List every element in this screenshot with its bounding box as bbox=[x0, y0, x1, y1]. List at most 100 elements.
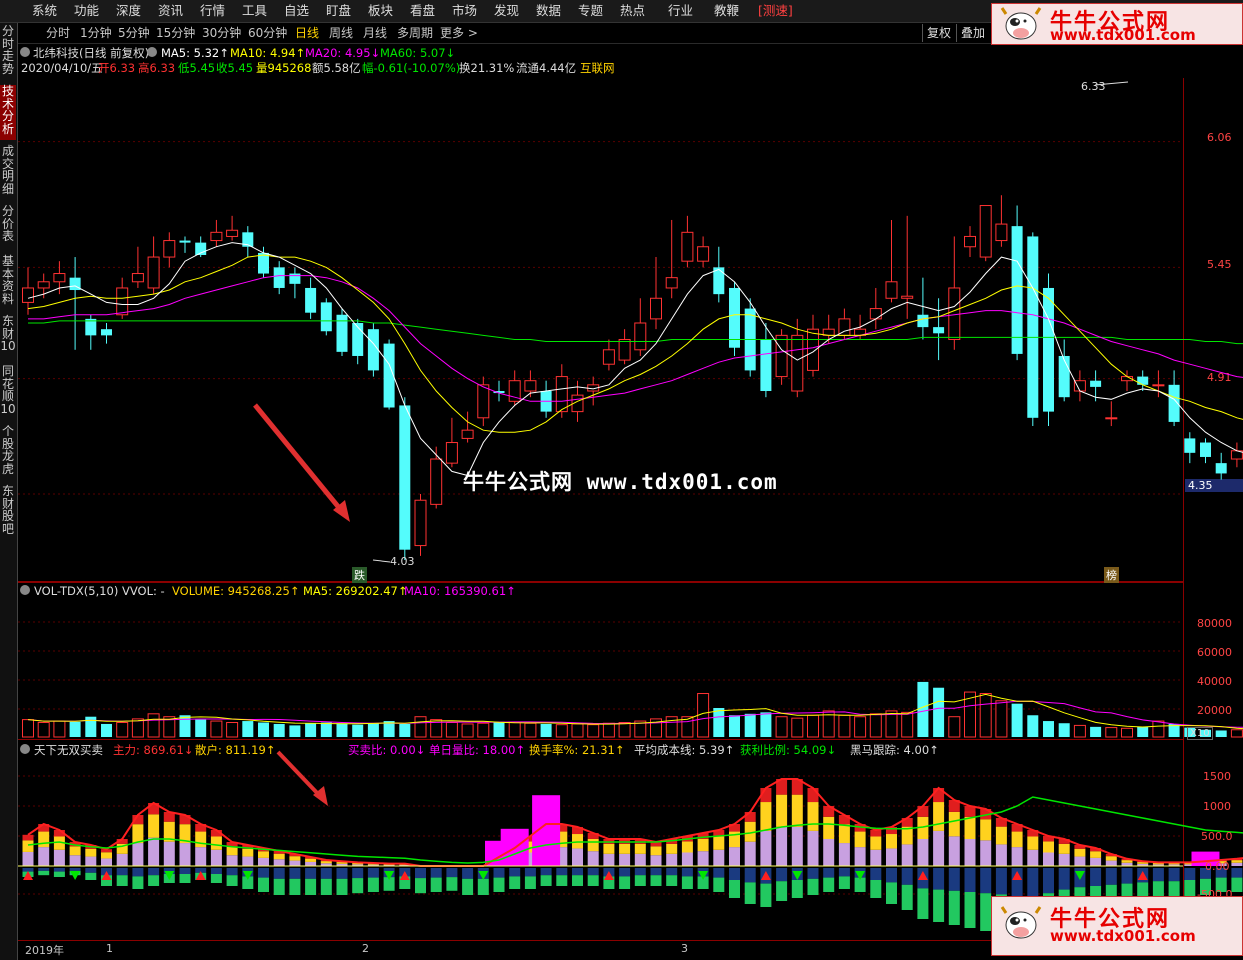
date-label: 2019年 bbox=[25, 944, 64, 957]
price-axis-label: 4.91 bbox=[1207, 371, 1232, 384]
menu-item-data[interactable]: 数据 bbox=[536, 0, 561, 22]
quote-float: 流通4.44亿 bbox=[516, 61, 577, 75]
quote-turnover: 换21.31% bbox=[459, 61, 515, 75]
vol-axis-label: 60000 bbox=[1197, 646, 1232, 659]
ma60-value: MA60: 5.07↓ bbox=[380, 46, 456, 60]
period-5min[interactable]: 5分钟 bbox=[118, 24, 150, 43]
menu-item-topics[interactable]: 专题 bbox=[578, 0, 603, 22]
tab-eastmoney-forum[interactable]: 东财股吧 bbox=[0, 485, 16, 540]
ad-url: www.tdx001.com bbox=[1050, 26, 1196, 44]
ind-neg-bar-top bbox=[1184, 868, 1196, 880]
period-monthly[interactable]: 月线 bbox=[363, 24, 387, 43]
menu-item-market[interactable]: 市场 bbox=[452, 0, 477, 22]
overlay-button[interactable]: 叠加 bbox=[956, 24, 989, 42]
period-1min[interactable]: 1分钟 bbox=[80, 24, 112, 43]
left-tab-bar: 分时走势 技术分析 成交明细 分价表 基本资料 东财10 同花顺10 个股龙虎 … bbox=[0, 23, 18, 960]
down-tag: 跌 bbox=[352, 567, 367, 583]
tab-technical[interactable]: 技术分析 bbox=[0, 85, 16, 140]
ma5-value: MA5: 5.32↑ bbox=[161, 46, 229, 60]
vol-axis-label: 80000 bbox=[1197, 617, 1232, 630]
menu-item-speedtest[interactable]: [测速] bbox=[758, 0, 793, 22]
vol-ma5: MA5: 269202.47↑ bbox=[303, 584, 408, 598]
ind-bar-top bbox=[1231, 858, 1243, 861]
vol-indicator-name: VOL-TDX(5,10) bbox=[34, 584, 119, 598]
ind-name: 天下无双买卖 bbox=[34, 743, 103, 757]
price-low-annotation: 4.03 bbox=[390, 555, 415, 568]
ma10-value: MA10: 4.94↑ bbox=[230, 46, 306, 60]
ind-axis-label: 0.00 bbox=[1205, 860, 1230, 873]
collapse-icon[interactable] bbox=[147, 47, 157, 57]
ind-bar-top bbox=[1184, 862, 1196, 864]
price-axis-label: 5.45 bbox=[1207, 258, 1232, 271]
period-15min[interactable]: 15分钟 bbox=[156, 24, 195, 43]
quote-sector[interactable]: 互联网 bbox=[580, 61, 615, 75]
tab-fundamentals[interactable]: 基本资料 bbox=[0, 255, 16, 310]
quote-high: 高6.33 bbox=[138, 61, 176, 75]
stock-title: 北纬科技(日线 前复权) bbox=[33, 46, 150, 60]
quote-close: 收5.45 bbox=[216, 61, 254, 75]
menu-item-news[interactable]: 资讯 bbox=[158, 0, 183, 22]
ind-sanhu: 散户: 811.19↑ bbox=[195, 743, 276, 757]
ind-axis-label: 1500 bbox=[1203, 770, 1231, 783]
cow-logo-icon bbox=[1000, 7, 1042, 40]
menu-item-sectors[interactable]: 板块 bbox=[368, 0, 393, 22]
menu-item-watchlist[interactable]: 自选 bbox=[284, 0, 309, 22]
rank-tag: 榜 bbox=[1104, 567, 1119, 583]
ind-zhuli: 主力: 869.61↓ bbox=[113, 743, 194, 757]
ind-hsl: 换手率%: 21.31↑ bbox=[529, 743, 625, 757]
menu-item-monitor[interactable]: 盯盘 bbox=[326, 0, 351, 22]
vol-ma10: MA10: 165390.61↑ bbox=[404, 584, 516, 598]
menu-item-view[interactable]: 看盘 bbox=[410, 0, 435, 22]
ind-bar-mid bbox=[1231, 860, 1243, 863]
period-more[interactable]: 更多 > bbox=[440, 24, 478, 43]
period-intraday[interactable]: 分时 bbox=[46, 24, 70, 43]
vol-vvol: VVOL: - bbox=[122, 584, 165, 598]
date-label: 3 bbox=[681, 942, 688, 955]
tab-ths-10[interactable]: 同花顺10 bbox=[0, 365, 16, 420]
ind-axis-label: 500.0 bbox=[1201, 830, 1233, 843]
vol-axis-label: 40000 bbox=[1197, 675, 1232, 688]
ind-drlb: 单日量比: 18.00↑ bbox=[429, 743, 526, 757]
menu-item-system[interactable]: 系统 bbox=[32, 0, 57, 22]
restore-rights-button[interactable]: 复权 bbox=[922, 24, 955, 42]
cow-logo-icon bbox=[1000, 906, 1042, 939]
price-axis-label: 6.33 bbox=[1081, 80, 1106, 93]
ind-bar-mid bbox=[1184, 863, 1196, 865]
menu-item-depth[interactable]: 深度 bbox=[116, 0, 141, 22]
period-weekly[interactable]: 周线 bbox=[329, 24, 353, 43]
menu-item-function[interactable]: 功能 bbox=[74, 0, 99, 22]
vol-axis-label: 20000 bbox=[1197, 704, 1232, 717]
volume-bar bbox=[1230, 729, 1243, 738]
quote-low: 低5.45 bbox=[178, 61, 216, 75]
ad-url: www.tdx001.com bbox=[1050, 927, 1196, 945]
menu-item-hot[interactable]: 热点 bbox=[620, 0, 645, 22]
menu-item-tools[interactable]: 工具 bbox=[242, 0, 267, 22]
menu-item-teach[interactable]: 教鞭 bbox=[714, 0, 739, 22]
ind-neg-bar-bottom bbox=[1231, 877, 1243, 892]
menu-item-discover[interactable]: 发现 bbox=[494, 0, 519, 22]
ind-axis-label: 1000 bbox=[1203, 800, 1231, 813]
quote-amount: 额5.58亿 bbox=[312, 61, 361, 75]
quote-volume: 量945268 bbox=[256, 61, 312, 75]
vol-volume: VOLUME: 945268.25↑ bbox=[172, 584, 300, 598]
tab-intraday[interactable]: 分时走势 bbox=[0, 25, 16, 80]
ad-banner-top[interactable]: 牛牛公式网 www.tdx001.com bbox=[991, 3, 1243, 45]
date-label: 1 bbox=[106, 942, 113, 955]
period-60min[interactable]: 60分钟 bbox=[248, 24, 287, 43]
tab-eastmoney-10[interactable]: 东财10 bbox=[0, 315, 16, 360]
tab-dragon-tiger[interactable]: 个股龙虎 bbox=[0, 425, 16, 480]
tab-price-table[interactable]: 分价表 bbox=[0, 205, 16, 250]
period-30min[interactable]: 30分钟 bbox=[202, 24, 241, 43]
collapse-icon[interactable] bbox=[20, 585, 30, 595]
tab-trade-detail[interactable]: 成交明细 bbox=[0, 145, 16, 200]
period-multi[interactable]: 多周期 bbox=[397, 24, 433, 43]
ind-bar-lower bbox=[1231, 862, 1243, 866]
collapse-icon[interactable] bbox=[20, 47, 30, 57]
period-daily[interactable]: 日线 bbox=[295, 24, 319, 43]
ad-banner-bottom[interactable]: 牛牛公式网 www.tdx001.com bbox=[991, 896, 1243, 956]
collapse-icon[interactable] bbox=[20, 744, 30, 754]
menu-item-quotes[interactable]: 行情 bbox=[200, 0, 225, 22]
candle-body bbox=[1230, 450, 1243, 460]
quote-open: 开6.33 bbox=[98, 61, 136, 75]
menu-item-industry[interactable]: 行业 bbox=[668, 0, 693, 22]
